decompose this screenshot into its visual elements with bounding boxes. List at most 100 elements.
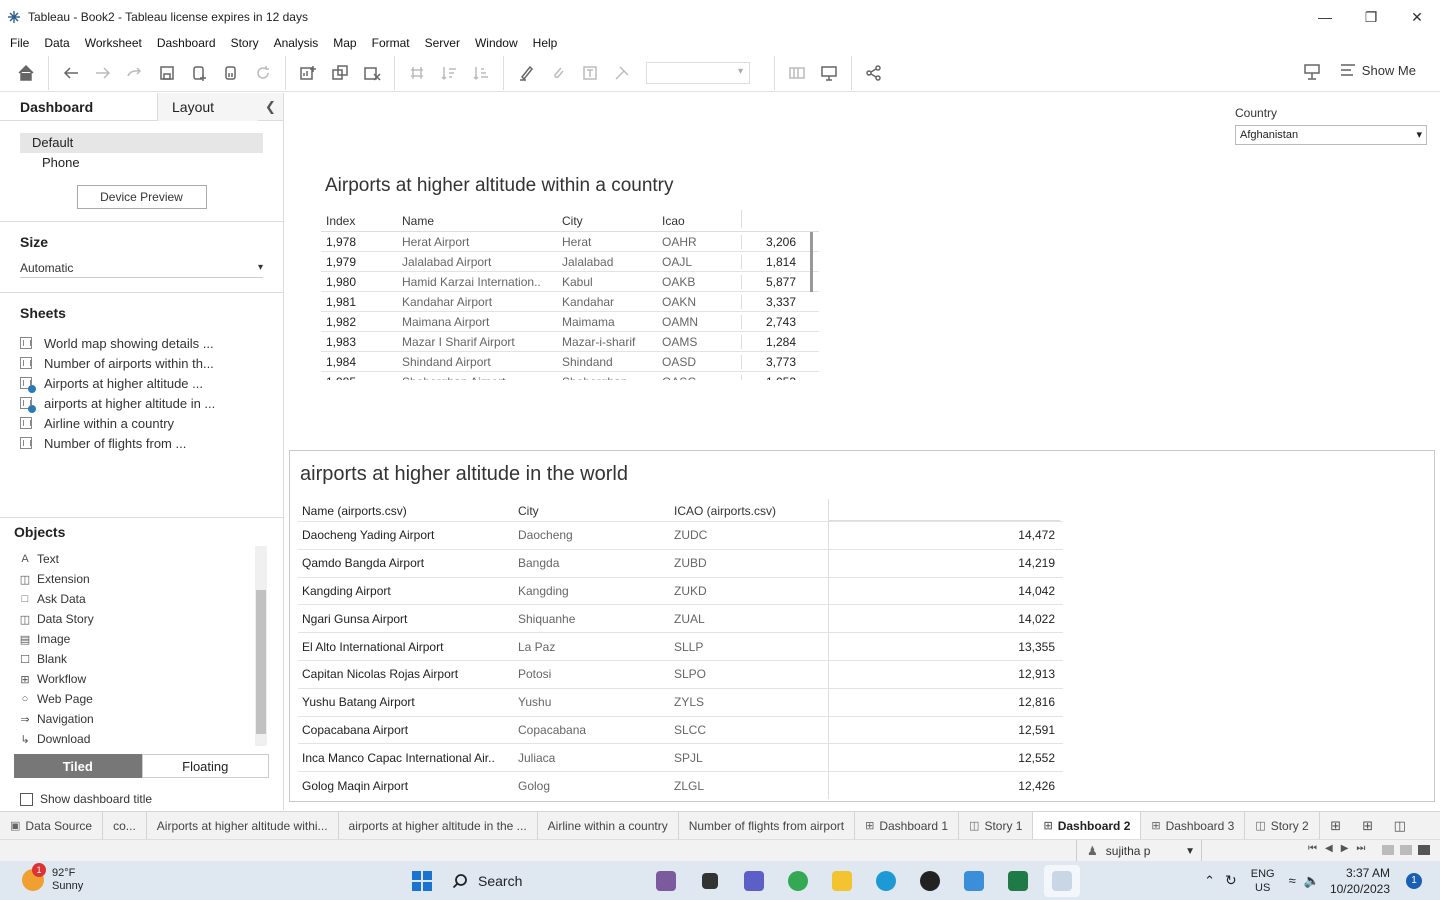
- column-header[interactable]: Index: [321, 214, 402, 228]
- new-dashboard-tab-icon[interactable]: ⊞: [1352, 812, 1384, 840]
- new-worksheet-tab-icon[interactable]: ⊞: [1320, 812, 1352, 840]
- worksheet-1-table[interactable]: Index Name City Icao 1,978 Herat Airport H…: [321, 210, 819, 380]
- presenter-icon[interactable]: [1302, 62, 1322, 85]
- table-row[interactable]: 1,985Sheberghan AirportSheberghanOASG1,0…: [321, 372, 819, 380]
- table-row[interactable]: Qamdo Bangda Airport Bangda ZUBD 14,219: [298, 548, 1063, 577]
- menu-dashboard[interactable]: Dashboard: [157, 36, 216, 50]
- object-blank[interactable]: ☐ Blank: [0, 649, 283, 669]
- wifi-icon[interactable]: ≈: [1289, 873, 1296, 888]
- volume-muted-icon[interactable]: 🔈: [1304, 873, 1320, 889]
- table-row[interactable]: Copacabana Airport Copacabana SLCC 12,591: [298, 715, 1063, 744]
- last-sheet-icon[interactable]: ⏭: [1356, 843, 1365, 854]
- sheet-item[interactable]: airports at higher altitude in ...: [0, 393, 283, 413]
- table-row[interactable]: El Alto International Airport La Paz SLLP 1…: [298, 632, 1063, 660]
- object-extension[interactable]: ◫ Extension: [0, 569, 283, 589]
- menu-analysis[interactable]: Analysis: [274, 36, 319, 50]
- undo-icon[interactable]: [55, 57, 87, 89]
- device-preview-button[interactable]: Device Preview: [76, 185, 207, 209]
- table-row[interactable]: 1,982 Maimana Airport Maimama OAMN 2,743: [321, 312, 819, 332]
- column-header[interactable]: Name: [402, 214, 562, 228]
- pin-icon[interactable]: [606, 57, 638, 89]
- device-phone[interactable]: Phone: [20, 153, 263, 173]
- labels-icon[interactable]: [574, 57, 606, 89]
- first-sheet-icon[interactable]: ⏮: [1308, 843, 1317, 854]
- teams-icon[interactable]: [736, 865, 772, 897]
- pause-updates-icon[interactable]: [215, 57, 247, 89]
- size-dropdown[interactable]: Automatic ▾: [20, 258, 263, 278]
- show-cards-icon[interactable]: [781, 57, 813, 89]
- file-explorer-icon[interactable]: [824, 865, 860, 897]
- column-header[interactable]: ICAO (airports.csv): [670, 504, 828, 518]
- sheet-tab[interactable]: Number of flights from airport: [679, 811, 856, 840]
- sheet-tab[interactable]: Airline within a country: [538, 811, 679, 840]
- redo-icon[interactable]: [87, 57, 119, 89]
- tab-dashboard[interactable]: Dashboard: [0, 93, 158, 121]
- menu-data[interactable]: Data: [44, 36, 69, 50]
- chrome-icon[interactable]: [780, 865, 816, 897]
- sort-descending-icon[interactable]: [465, 57, 497, 89]
- collapse-panel-icon[interactable]: ❮: [258, 93, 283, 120]
- notification-badge[interactable]: 1: [1406, 872, 1422, 889]
- show-me-button[interactable]: Show Me: [1340, 62, 1416, 78]
- swap-icon[interactable]: [401, 57, 433, 89]
- user-menu[interactable]: ♟ sujitha p ▼: [1076, 840, 1202, 862]
- clear-sheet-icon[interactable]: [356, 57, 388, 89]
- highlight-icon[interactable]: [510, 57, 542, 89]
- refresh-icon[interactable]: [247, 57, 279, 89]
- replay-icon[interactable]: [119, 57, 151, 89]
- object-data-story[interactable]: ◫ Data Story: [0, 609, 283, 629]
- next-sheet-icon[interactable]: ▶: [1341, 843, 1349, 854]
- tab-layout[interactable]: Layout: [158, 93, 258, 121]
- sheet-item[interactable]: Number of airports within th...: [0, 353, 283, 373]
- menu-window[interactable]: Window: [475, 36, 518, 50]
- widgets-app-icon[interactable]: [648, 865, 684, 897]
- sheet-tab[interactable]: ◫ Story 1: [959, 811, 1034, 840]
- sheet-item[interactable]: World map showing details ...: [0, 333, 283, 353]
- new-data-source-icon[interactable]: [183, 57, 215, 89]
- chevron-up-icon[interactable]: ⌃: [1204, 873, 1215, 889]
- device-default[interactable]: Default: [20, 133, 263, 153]
- tabs-view-icon[interactable]: [1418, 845, 1430, 855]
- attach-icon[interactable]: [542, 57, 574, 89]
- tiled-button[interactable]: Tiled: [14, 754, 142, 778]
- restore-button[interactable]: ❐: [1348, 0, 1394, 34]
- object-image[interactable]: ▤ Image: [0, 629, 283, 649]
- column-header[interactable]: Name (airports.csv): [298, 504, 514, 518]
- sheet-tab[interactable]: ⊞ Dashboard 3: [1141, 811, 1246, 840]
- menu-worksheet[interactable]: Worksheet: [85, 36, 142, 50]
- show-title-option[interactable]: Show dashboard title: [20, 792, 283, 806]
- column-header[interactable]: City: [514, 504, 670, 518]
- table-row[interactable]: Capitan Nicolas Rojas Airport Potosi SLPO 1…: [298, 659, 1063, 688]
- previous-sheet-icon[interactable]: ◀: [1325, 843, 1333, 854]
- excel-icon[interactable]: [1000, 865, 1036, 897]
- objects-scrollbar[interactable]: [255, 546, 267, 746]
- table-row[interactable]: Ngari Gunsa Airport Shiquanhe ZUAL 14,022: [298, 604, 1063, 633]
- taskbar-search[interactable]: Search: [444, 865, 634, 897]
- sheet-item[interactable]: Airline within a country: [0, 413, 283, 433]
- photos-icon[interactable]: [956, 865, 992, 897]
- menu-story[interactable]: Story: [231, 36, 259, 50]
- sheet-tab[interactable]: Airports at higher altitude withi...: [147, 811, 339, 840]
- sheet-tab[interactable]: ⊞ Dashboard 2: [1033, 811, 1142, 840]
- weather-widget[interactable]: 1 92°F Sunny: [22, 863, 83, 893]
- sheet-tab[interactable]: ⊞ Dashboard 1: [855, 811, 960, 840]
- table-row[interactable]: 1,984 Shindand Airport Shindand OASD 3,773: [321, 352, 819, 372]
- save-icon[interactable]: [151, 57, 183, 89]
- sync-icon[interactable]: ↻: [1225, 872, 1237, 889]
- fit-dropdown[interactable]: [646, 61, 750, 84]
- media-player-icon[interactable]: [912, 865, 948, 897]
- home-icon[interactable]: [10, 57, 42, 89]
- column-header[interactable]: [741, 210, 801, 228]
- presentation-mode-icon[interactable]: [813, 57, 845, 89]
- worksheet-2-table[interactable]: Name (airports.csv) City ICAO (airports.…: [298, 499, 1063, 799]
- task-view-icon[interactable]: [692, 865, 728, 897]
- close-button[interactable]: ✕: [1394, 0, 1440, 34]
- menu-file[interactable]: File: [10, 36, 29, 50]
- object-web-page[interactable]: ○ Web Page: [0, 689, 283, 709]
- object-text[interactable]: A Text: [0, 549, 283, 569]
- table-row[interactable]: Daocheng Yading Airport Daocheng ZUDC 14,47…: [298, 521, 1063, 549]
- object-ask-data[interactable]: □ Ask Data: [0, 589, 283, 609]
- table-row[interactable]: 1,979 Jalalabad Airport Jalalabad OAJL 1,814: [321, 252, 819, 272]
- object-workflow[interactable]: ⊞ Workflow: [0, 669, 283, 689]
- filmstrip-icon[interactable]: [1400, 845, 1412, 855]
